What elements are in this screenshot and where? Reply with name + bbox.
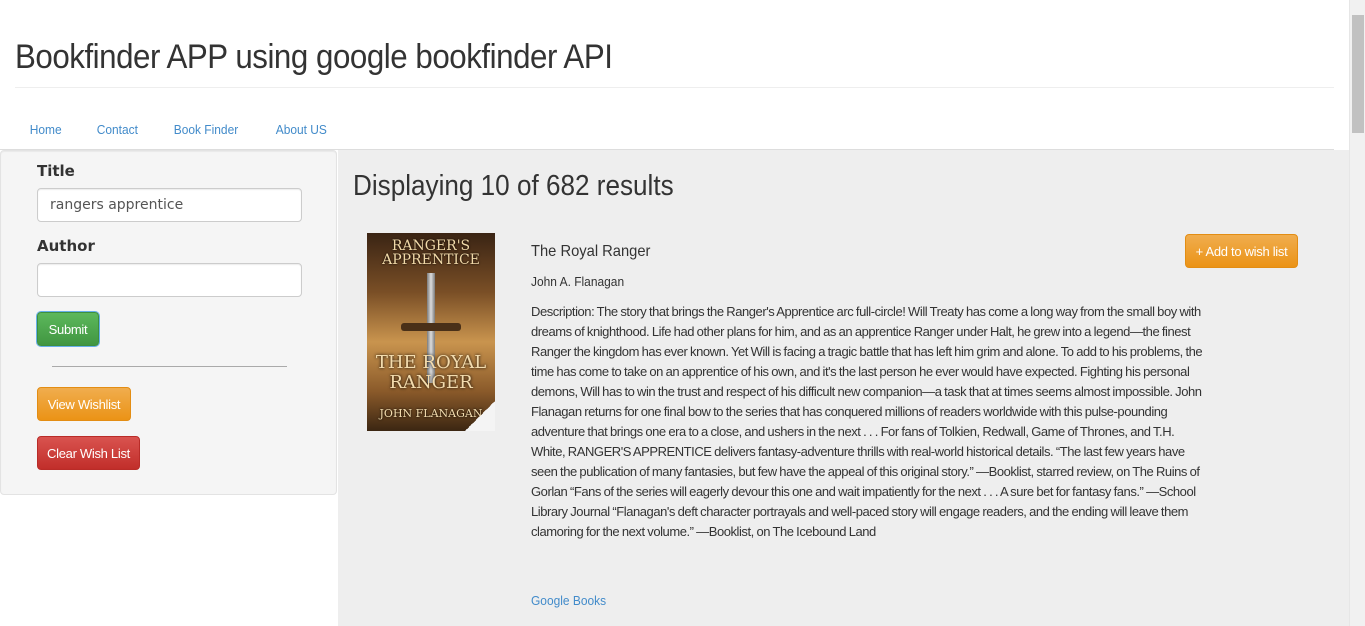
- results-heading: Displaying 10 of 682 results: [353, 170, 674, 202]
- add-to-wishlist-button[interactable]: + Add to wish list: [1185, 234, 1298, 268]
- page: Bookfinder APP using google bookfinder A…: [0, 0, 1365, 626]
- sidebar-divider: [52, 366, 287, 367]
- book-author: John A. Flanagan: [531, 274, 625, 289]
- main-nav: Home Contact Book Finder About US: [15, 108, 348, 147]
- nav-contact[interactable]: Contact: [82, 108, 153, 147]
- title-input[interactable]: [37, 188, 302, 222]
- author-label: Author: [37, 237, 95, 255]
- title-label: Title: [37, 162, 75, 180]
- cover-title-text: THE ROYAL RANGER: [375, 352, 487, 393]
- scrollbar-thumb[interactable]: [1352, 15, 1364, 133]
- author-input[interactable]: [37, 263, 302, 297]
- vertical-scrollbar[interactable]: [1349, 0, 1365, 626]
- clear-wishlist-button[interactable]: Clear Wish List: [37, 436, 140, 470]
- nav-home[interactable]: Home: [15, 108, 76, 147]
- book-description: Description: The story that brings the R…: [531, 304, 1203, 539]
- page-title: Bookfinder APP using google bookfinder A…: [15, 38, 613, 76]
- sword-guard-graphic: [401, 323, 461, 331]
- cover-series-text: RANGER'S APPRENTICE: [382, 238, 480, 268]
- submit-button[interactable]: Submit: [37, 312, 99, 346]
- results-panel: Displaying 10 of 682 results RANGER'S AP…: [338, 150, 1350, 626]
- search-panel: Title Author Submit View Wishlist Clear …: [0, 150, 337, 495]
- title-divider: [15, 87, 1334, 88]
- nav-about-us[interactable]: About US: [261, 108, 342, 147]
- view-wishlist-button[interactable]: View Wishlist: [37, 387, 131, 421]
- page-curl-graphic: [465, 401, 495, 431]
- nav-book-finder[interactable]: Book Finder: [159, 108, 253, 147]
- google-books-link[interactable]: Google Books: [531, 593, 606, 608]
- book-title: The Royal Ranger: [531, 243, 651, 260]
- book-cover-image: RANGER'S APPRENTICE THE ROYAL RANGER JOH…: [367, 233, 495, 431]
